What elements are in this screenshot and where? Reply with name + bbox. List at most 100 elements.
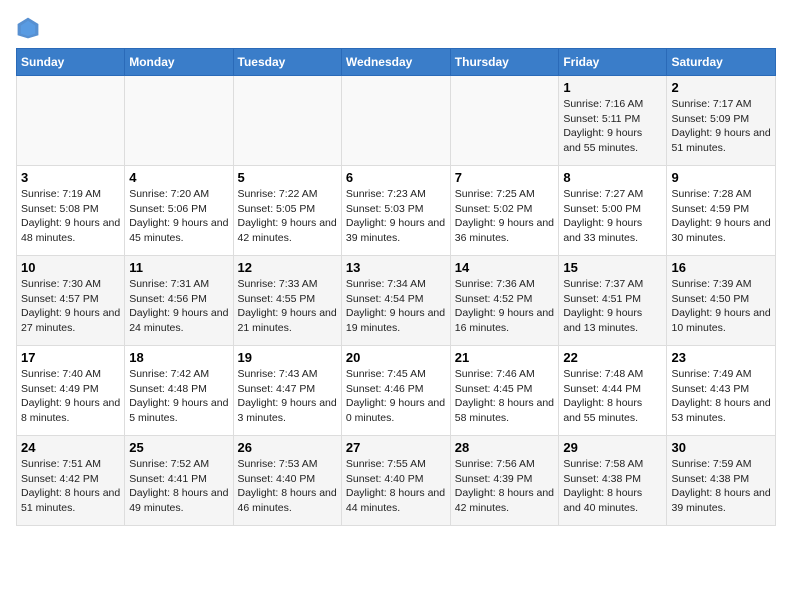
day-number: 26: [238, 440, 337, 455]
day-number: 10: [21, 260, 120, 275]
calendar-cell: 11 Sunrise: 7:31 AM Sunset: 4:56 PM Dayli…: [125, 256, 233, 346]
calendar-cell: 12 Sunrise: 7:33 AM Sunset: 4:55 PM Dayli…: [233, 256, 341, 346]
calendar-header-sunday: Sunday: [17, 49, 125, 76]
day-detail: Sunrise: 7:19 AM Sunset: 5:08 PM Dayligh…: [21, 187, 120, 246]
calendar-cell: 19 Sunrise: 7:43 AM Sunset: 4:47 PM Dayli…: [233, 346, 341, 436]
day-number: 30: [671, 440, 771, 455]
calendar-cell: 10 Sunrise: 7:30 AM Sunset: 4:57 PM Dayli…: [17, 256, 125, 346]
day-number: 23: [671, 350, 771, 365]
calendar-cell: 6Sunrise: 7:23 AM Sunset: 5:03 PM Daylig…: [341, 166, 450, 256]
calendar-header-wednesday: Wednesday: [341, 49, 450, 76]
calendar-header-row: SundayMondayTuesdayWednesdayThursdayFrid…: [17, 49, 776, 76]
day-number: 11: [129, 260, 228, 275]
day-number: 2: [671, 80, 771, 95]
day-detail: Sunrise: 7:36 AM Sunset: 4:52 PM Dayligh…: [455, 277, 555, 336]
day-number: 5: [238, 170, 337, 185]
calendar-week-row: 17 Sunrise: 7:40 AM Sunset: 4:49 PM Dayli…: [17, 346, 776, 436]
calendar-cell: [233, 76, 341, 166]
calendar-cell: 30 Sunrise: 7:59 AM Sunset: 4:38 PM Dayli…: [667, 436, 776, 526]
calendar-header-monday: Monday: [125, 49, 233, 76]
day-number: 27: [346, 440, 446, 455]
calendar-cell: 7 Sunrise: 7:25 AM Sunset: 5:02 PM Daylig…: [450, 166, 559, 256]
day-number: 12: [238, 260, 337, 275]
day-detail: Sunrise: 7:27 AM Sunset: 5:00 PM Dayligh…: [563, 187, 662, 246]
header: [16, 16, 776, 40]
calendar-week-row: 3 Sunrise: 7:19 AM Sunset: 5:08 PM Daylig…: [17, 166, 776, 256]
calendar-header-thursday: Thursday: [450, 49, 559, 76]
day-detail: Sunrise: 7:28 AM Sunset: 4:59 PM Dayligh…: [671, 187, 771, 246]
day-number: 28: [455, 440, 555, 455]
calendar-cell: 29 Sunrise: 7:58 AM Sunset: 4:38 PM Dayli…: [559, 436, 667, 526]
calendar-cell: 8 Sunrise: 7:27 AM Sunset: 5:00 PM Daylig…: [559, 166, 667, 256]
calendar-week-row: 10 Sunrise: 7:30 AM Sunset: 4:57 PM Dayli…: [17, 256, 776, 346]
day-detail: Sunrise: 7:52 AM Sunset: 4:41 PM Dayligh…: [129, 457, 228, 516]
calendar-cell: [450, 76, 559, 166]
day-detail: Sunrise: 7:33 AM Sunset: 4:55 PM Dayligh…: [238, 277, 337, 336]
day-number: 8: [563, 170, 662, 185]
day-detail: Sunrise: 7:37 AM Sunset: 4:51 PM Dayligh…: [563, 277, 662, 336]
day-detail: Sunrise: 7:40 AM Sunset: 4:49 PM Dayligh…: [21, 367, 120, 426]
day-detail: Sunrise: 7:42 AM Sunset: 4:48 PM Dayligh…: [129, 367, 228, 426]
day-number: 13: [346, 260, 446, 275]
day-number: 24: [21, 440, 120, 455]
day-number: 15: [563, 260, 662, 275]
calendar-cell: 27 Sunrise: 7:55 AM Sunset: 4:40 PM Dayli…: [341, 436, 450, 526]
calendar-cell: 5 Sunrise: 7:22 AM Sunset: 5:05 PM Daylig…: [233, 166, 341, 256]
day-detail: Sunrise: 7:31 AM Sunset: 4:56 PM Dayligh…: [129, 277, 228, 336]
calendar-header-saturday: Saturday: [667, 49, 776, 76]
day-detail: Sunrise: 7:51 AM Sunset: 4:42 PM Dayligh…: [21, 457, 120, 516]
logo: [16, 16, 44, 40]
day-number: 1: [563, 80, 662, 95]
calendar-cell: 22 Sunrise: 7:48 AM Sunset: 4:44 PM Dayli…: [559, 346, 667, 436]
day-detail: Sunrise: 7:53 AM Sunset: 4:40 PM Dayligh…: [238, 457, 337, 516]
calendar: SundayMondayTuesdayWednesdayThursdayFrid…: [16, 48, 776, 526]
day-number: 3: [21, 170, 120, 185]
day-detail: Sunrise: 7:16 AM Sunset: 5:11 PM Dayligh…: [563, 97, 662, 156]
logo-icon: [16, 16, 40, 40]
calendar-week-row: 24 Sunrise: 7:51 AM Sunset: 4:42 PM Dayli…: [17, 436, 776, 526]
day-detail: Sunrise: 7:43 AM Sunset: 4:47 PM Dayligh…: [238, 367, 337, 426]
day-number: 21: [455, 350, 555, 365]
calendar-cell: [125, 76, 233, 166]
day-number: 25: [129, 440, 228, 455]
day-number: 18: [129, 350, 228, 365]
day-detail: Sunrise: 7:59 AM Sunset: 4:38 PM Dayligh…: [671, 457, 771, 516]
calendar-cell: 9 Sunrise: 7:28 AM Sunset: 4:59 PM Daylig…: [667, 166, 776, 256]
day-number: 29: [563, 440, 662, 455]
day-number: 7: [455, 170, 555, 185]
calendar-header-friday: Friday: [559, 49, 667, 76]
day-detail: Sunrise: 7:17 AM Sunset: 5:09 PM Dayligh…: [671, 97, 771, 156]
day-detail: Sunrise: 7:58 AM Sunset: 4:38 PM Dayligh…: [563, 457, 662, 516]
day-detail: Sunrise: 7:22 AM Sunset: 5:05 PM Dayligh…: [238, 187, 337, 246]
day-detail: Sunrise: 7:46 AM Sunset: 4:45 PM Dayligh…: [455, 367, 555, 426]
day-detail: Sunrise: 7:20 AM Sunset: 5:06 PM Dayligh…: [129, 187, 228, 246]
day-number: 19: [238, 350, 337, 365]
calendar-cell: 17 Sunrise: 7:40 AM Sunset: 4:49 PM Dayli…: [17, 346, 125, 436]
day-number: 4: [129, 170, 228, 185]
calendar-cell: 15 Sunrise: 7:37 AM Sunset: 4:51 PM Dayli…: [559, 256, 667, 346]
day-number: 22: [563, 350, 662, 365]
calendar-week-row: 1 Sunrise: 7:16 AM Sunset: 5:11 PM Daylig…: [17, 76, 776, 166]
calendar-cell: 3 Sunrise: 7:19 AM Sunset: 5:08 PM Daylig…: [17, 166, 125, 256]
day-detail: Sunrise: 7:25 AM Sunset: 5:02 PM Dayligh…: [455, 187, 555, 246]
calendar-cell: 1 Sunrise: 7:16 AM Sunset: 5:11 PM Daylig…: [559, 76, 667, 166]
day-detail: Sunrise: 7:56 AM Sunset: 4:39 PM Dayligh…: [455, 457, 555, 516]
calendar-cell: 20Sunrise: 7:45 AM Sunset: 4:46 PM Dayli…: [341, 346, 450, 436]
calendar-cell: 4 Sunrise: 7:20 AM Sunset: 5:06 PM Daylig…: [125, 166, 233, 256]
calendar-cell: 21 Sunrise: 7:46 AM Sunset: 4:45 PM Dayli…: [450, 346, 559, 436]
calendar-cell: 18 Sunrise: 7:42 AM Sunset: 4:48 PM Dayli…: [125, 346, 233, 436]
calendar-cell: 28 Sunrise: 7:56 AM Sunset: 4:39 PM Dayli…: [450, 436, 559, 526]
day-detail: Sunrise: 7:45 AM Sunset: 4:46 PM Dayligh…: [346, 367, 446, 426]
day-number: 17: [21, 350, 120, 365]
calendar-cell: [17, 76, 125, 166]
calendar-cell: 26 Sunrise: 7:53 AM Sunset: 4:40 PM Dayli…: [233, 436, 341, 526]
calendar-cell: 2 Sunrise: 7:17 AM Sunset: 5:09 PM Daylig…: [667, 76, 776, 166]
day-detail: Sunrise: 7:55 AM Sunset: 4:40 PM Dayligh…: [346, 457, 446, 516]
day-detail: Sunrise: 7:48 AM Sunset: 4:44 PM Dayligh…: [563, 367, 662, 426]
calendar-cell: 25 Sunrise: 7:52 AM Sunset: 4:41 PM Dayli…: [125, 436, 233, 526]
calendar-cell: 16Sunrise: 7:39 AM Sunset: 4:50 PM Dayli…: [667, 256, 776, 346]
day-number: 9: [671, 170, 771, 185]
day-detail: Sunrise: 7:30 AM Sunset: 4:57 PM Dayligh…: [21, 277, 120, 336]
day-detail: Sunrise: 7:39 AM Sunset: 4:50 PM Dayligh…: [671, 277, 771, 336]
day-number: 14: [455, 260, 555, 275]
